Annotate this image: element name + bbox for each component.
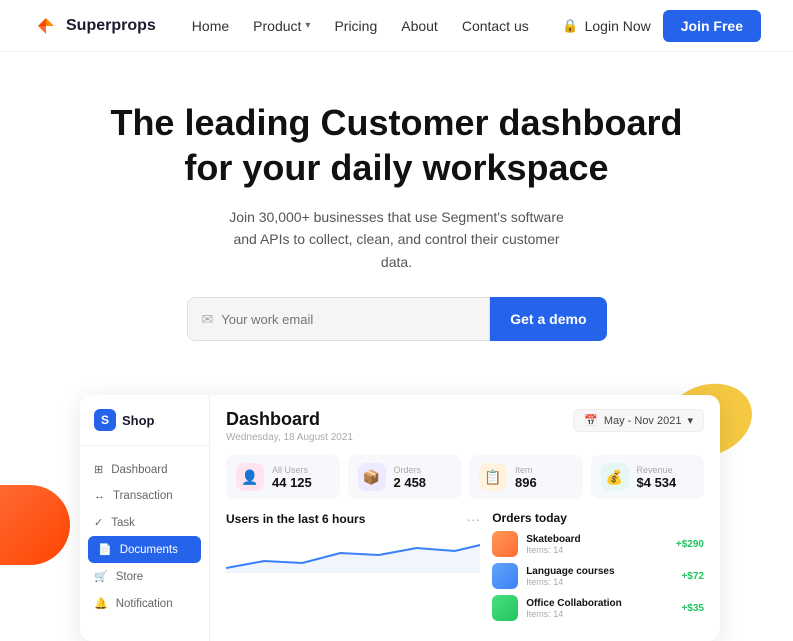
lock-icon: 🔒 bbox=[562, 18, 578, 34]
nav-links: Home Product ▾ Pricing About Contact us bbox=[192, 18, 563, 34]
envelope-icon: ✉ bbox=[202, 311, 214, 328]
sidebar-item-transaction[interactable]: ↔ Transaction bbox=[80, 483, 209, 509]
hero-headline: The leading Customer dashboard for your … bbox=[107, 100, 687, 190]
users-chart bbox=[226, 533, 480, 573]
office-avatar bbox=[492, 595, 518, 621]
chevron-down-icon: ▾ bbox=[305, 20, 310, 31]
login-button[interactable]: 🔒 Login Now bbox=[562, 18, 650, 34]
orders-icon: 📦 bbox=[358, 463, 386, 491]
stat-items: 📋 Item 896 bbox=[469, 455, 583, 499]
store-icon: 🛒 bbox=[94, 570, 108, 583]
sidebar-item-dashboard[interactable]: ⊞ Dashboard bbox=[80, 456, 209, 483]
order-item-skateboard: Skateboard Items: 14 +$290 bbox=[492, 531, 704, 557]
chart-svg bbox=[226, 533, 480, 573]
sidebar-item-store[interactable]: 🛒 Store bbox=[80, 563, 209, 590]
calendar-icon: 📅 bbox=[584, 414, 598, 427]
hero-subtext: Join 30,000+ businesses that use Segment… bbox=[227, 206, 567, 273]
stat-all-users: 👤 All Users 44 125 bbox=[226, 455, 340, 499]
email-input-wrap[interactable]: ✉ bbox=[187, 297, 491, 341]
stat-revenue: 💰 Revenue $4 534 bbox=[591, 455, 705, 499]
order-amount-language: +$72 bbox=[681, 571, 704, 582]
navbar: Superprops Home Product ▾ Pricing About … bbox=[0, 0, 793, 52]
dashboard-title-area: Dashboard Wednesday, 18 August 2021 bbox=[226, 409, 353, 443]
nav-actions: 🔒 Login Now Join Free bbox=[562, 10, 761, 42]
preview-area: S Shop ⊞ Dashboard ↔ Transaction ✓ Task … bbox=[0, 385, 793, 565]
skateboard-avatar bbox=[492, 531, 518, 557]
logo[interactable]: Superprops bbox=[32, 12, 156, 40]
hero-section: The leading Customer dashboard for your … bbox=[0, 52, 793, 365]
nav-product[interactable]: Product ▾ bbox=[253, 18, 310, 34]
users-section-title: Users in the last 6 hours bbox=[226, 512, 365, 526]
items-icon: 📋 bbox=[479, 463, 507, 491]
nav-contact[interactable]: Contact us bbox=[462, 18, 529, 34]
nav-pricing[interactable]: Pricing bbox=[334, 18, 377, 34]
order-amount-skateboard: +$290 bbox=[676, 539, 704, 550]
transaction-icon: ↔ bbox=[94, 490, 105, 502]
sidebar-item-task[interactable]: ✓ Task bbox=[80, 509, 209, 536]
task-icon: ✓ bbox=[94, 516, 103, 529]
chevron-down-icon: ▾ bbox=[687, 414, 693, 427]
more-options-icon[interactable]: ··· bbox=[466, 511, 480, 527]
logo-text: Superprops bbox=[66, 17, 156, 35]
sidebar-item-documents[interactable]: 📄 Documents bbox=[88, 536, 201, 563]
logo-icon bbox=[32, 12, 60, 40]
dashboard-title: Dashboard bbox=[226, 409, 353, 430]
demo-button[interactable]: Get a demo bbox=[490, 297, 606, 341]
stats-row: 👤 All Users 44 125 📦 Orders 2 458 📋 bbox=[226, 455, 704, 499]
dashboard-card: S Shop ⊞ Dashboard ↔ Transaction ✓ Task … bbox=[80, 395, 720, 641]
shop-name: Shop bbox=[122, 413, 155, 428]
nav-home[interactable]: Home bbox=[192, 18, 229, 34]
dashboard-sidebar: S Shop ⊞ Dashboard ↔ Transaction ✓ Task … bbox=[80, 395, 210, 641]
dashboard-main: Dashboard Wednesday, 18 August 2021 📅 Ma… bbox=[210, 395, 720, 641]
email-input[interactable] bbox=[221, 312, 475, 327]
blob-orange bbox=[0, 485, 70, 565]
dashboard-date: Wednesday, 18 August 2021 bbox=[226, 432, 353, 443]
order-item-language: Language courses Items: 14 +$72 bbox=[492, 563, 704, 589]
users-icon: 👤 bbox=[236, 463, 264, 491]
order-amount-office: +$35 bbox=[681, 603, 704, 614]
orders-title: Orders today bbox=[492, 511, 704, 525]
shop-icon: S bbox=[94, 409, 116, 431]
dashboard-header: Dashboard Wednesday, 18 August 2021 📅 Ma… bbox=[226, 409, 704, 443]
cta-row: ✉ Get a demo bbox=[187, 297, 607, 341]
grid-icon: ⊞ bbox=[94, 463, 103, 476]
nav-about[interactable]: About bbox=[401, 18, 438, 34]
language-avatar bbox=[492, 563, 518, 589]
notification-icon: 🔔 bbox=[94, 597, 108, 610]
documents-icon: 📄 bbox=[98, 543, 112, 556]
revenue-icon: 💰 bbox=[601, 463, 629, 491]
join-button[interactable]: Join Free bbox=[663, 10, 761, 42]
date-filter[interactable]: 📅 May - Nov 2021 ▾ bbox=[573, 409, 704, 432]
order-item-office: Office Collaboration Items: 14 +$35 bbox=[492, 595, 704, 621]
sidebar-item-notification[interactable]: 🔔 Notification bbox=[80, 590, 209, 617]
stat-orders: 📦 Orders 2 458 bbox=[348, 455, 462, 499]
shop-logo: S Shop bbox=[80, 409, 209, 446]
